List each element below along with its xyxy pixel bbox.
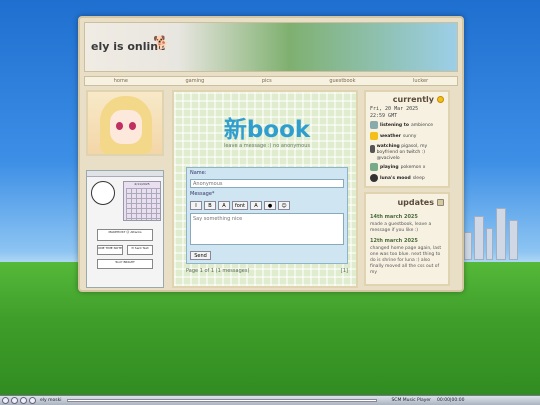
music-player-bar: ely moski SCM Music Player 00:00|00:00 <box>0 395 540 405</box>
message-input[interactable] <box>190 213 344 245</box>
site-header: ely is online 🐕 <box>84 22 458 72</box>
currently-heading: currently <box>366 92 448 106</box>
status-item: weather sunny <box>366 131 448 142</box>
calendar-title: 4/11/2025 <box>134 182 150 186</box>
nav-pics[interactable]: pics <box>262 78 272 84</box>
status-value: ambience <box>410 123 434 128</box>
currently-card: currently Fri, 20 Mar 2025 22:59 GMT lis… <box>364 90 450 188</box>
updates-heading: updates <box>366 194 448 210</box>
size-button[interactable]: A <box>250 201 262 210</box>
name-input[interactable] <box>190 179 344 188</box>
next-icon[interactable] <box>20 397 27 404</box>
status-item: luna's mood sleep <box>366 173 448 186</box>
headphones-icon <box>370 121 378 129</box>
avatar-image <box>86 90 164 156</box>
desktop-widget: 4/11/2025 MAKEHOST ☺ Attacks ONE TIME NO… <box>86 170 164 288</box>
cat-icon <box>370 174 378 182</box>
sun-icon <box>437 95 444 103</box>
status-label: watching <box>376 144 400 149</box>
page-info: Page 1 of 1 (1 messages) <box>186 268 250 274</box>
seek-bar[interactable] <box>67 399 378 402</box>
nav-lucker[interactable]: lucker <box>413 78 428 84</box>
guestbook-title: 新book <box>223 117 311 143</box>
status-value: sunny <box>402 134 417 139</box>
nav-guestbook[interactable]: guestbook <box>329 78 355 84</box>
update-date: 12th march 2025 <box>370 238 418 244</box>
image-button[interactable]: ● <box>264 201 276 210</box>
update-text: changed home page again, last one was to… <box>370 246 442 275</box>
calendar-widget: 4/11/2025 <box>123 181 161 221</box>
status-label: playing <box>380 165 399 170</box>
prev-icon[interactable] <box>2 397 9 404</box>
widget-tile[interactable]: ✉ Sent Text <box>127 245 153 255</box>
page-link[interactable]: [1] <box>341 268 348 274</box>
status-label: listening to <box>380 123 409 128</box>
nav-home[interactable]: home <box>114 78 128 84</box>
currently-heading-text: currently <box>392 94 434 104</box>
background-city <box>462 200 522 260</box>
datetime-line: Fri, 20 Mar 2025 <box>370 106 419 112</box>
name-label: Name: <box>190 170 207 176</box>
site-frame: ely is online 🐕 home gaming pics guestbo… <box>78 16 464 292</box>
update-date: 14th march 2025 <box>370 214 418 220</box>
gamepad-icon <box>370 163 378 171</box>
sun-icon <box>370 132 378 140</box>
notebook-icon <box>437 198 444 206</box>
update-text: made a guestbook, leave a message if you… <box>370 222 432 233</box>
font-button[interactable]: font <box>232 201 248 210</box>
status-item: playing pokemon x <box>366 162 448 173</box>
guestbook-subtitle: leave a message :) no anonymous <box>223 143 311 149</box>
status-label: luna's mood <box>380 176 411 181</box>
message-label: Message* <box>190 191 215 197</box>
stop-icon[interactable] <box>29 397 36 404</box>
datetime-line: 22:59 GMT <box>370 113 398 119</box>
widget-tile[interactable]: Tool? BRIGHT <box>97 259 153 269</box>
widget-tile[interactable]: MAKEHOST ☺ Attacks <box>97 229 153 241</box>
dog-icon: 🐕 <box>153 36 170 51</box>
nav-gaming[interactable]: gaming <box>185 78 204 84</box>
clock-icon <box>91 181 115 205</box>
pagination: Page 1 of 1 (1 messages) [1] <box>186 268 348 274</box>
updates-card: updates 14th march 2025 made a guestbook… <box>364 192 450 286</box>
guestbook-panel: 新book leave a message :) no anonymous Na… <box>172 90 358 288</box>
bold-button[interactable]: B <box>204 201 216 210</box>
status-item: watching pigasol, my boyfriend on twitch… <box>366 142 448 162</box>
right-column: currently Fri, 20 Mar 2025 22:59 GMT lis… <box>364 90 450 286</box>
italic-button[interactable]: I <box>190 201 202 210</box>
play-icon[interactable] <box>11 397 18 404</box>
left-column: 4/11/2025 MAKEHOST ☺ Attacks ONE TIME NO… <box>86 90 166 288</box>
tv-icon <box>370 145 375 153</box>
status-value: sleep <box>412 176 425 181</box>
updates-heading-text: updates <box>397 197 434 207</box>
nav-bar: home gaming pics guestbook lucker <box>84 76 458 86</box>
status-label: weather <box>380 134 401 139</box>
format-toolbar: I B A font A ● ☺ <box>190 201 290 210</box>
send-button[interactable]: Send <box>190 251 211 260</box>
status-item: listening to ambience <box>366 120 448 131</box>
status-value: pokemon x <box>400 165 426 170</box>
player-time: 00:00|00:00 <box>437 398 465 403</box>
guestbook-form: Name: Message* I B A font A ● ☺ Send <box>186 167 348 264</box>
widget-tile[interactable]: ONE TIME NOTE <box>97 245 123 255</box>
color-button[interactable]: A <box>218 201 230 210</box>
player-name: SCM Music Player <box>391 398 432 403</box>
player-track-label: ely moski <box>40 398 62 403</box>
emoji-icon[interactable]: ☺ <box>278 201 290 210</box>
